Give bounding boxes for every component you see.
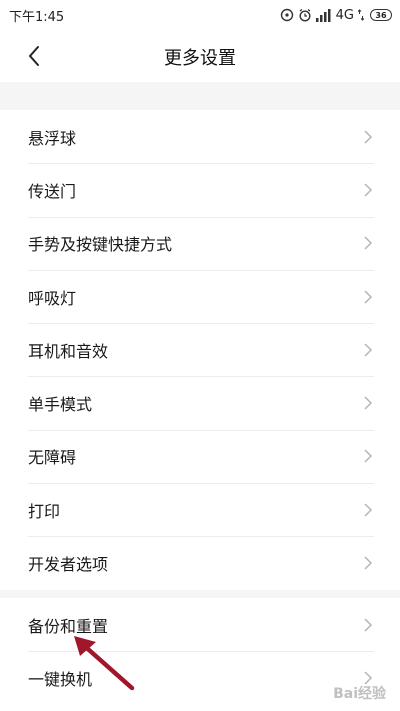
header: 更多设置 [0,30,400,82]
battery-icon: 36 [370,9,392,21]
chevron-right-icon [364,396,373,410]
page-title: 更多设置 [164,48,236,69]
alarm-icon [298,8,312,22]
chevron-right-icon [364,343,373,357]
settings-item-print[interactable]: 打印 [0,483,400,536]
settings-item-floating-ball[interactable]: 悬浮球 [0,110,400,163]
status-icons: 4G 36 [280,8,392,23]
chevron-right-icon [364,183,373,197]
settings-item-developer-options[interactable]: 开发者选项 [0,536,400,589]
settings-item-one-handed-mode[interactable]: 单手模式 [0,376,400,429]
settings-item-label: 单手模式 [28,395,93,415]
settings-item-backup-reset[interactable]: 备份和重置 [0,598,400,651]
settings-item-label: 一键换机 [28,669,93,689]
settings-item-gesture-shortcuts[interactable]: 手势及按键快捷方式 [0,216,400,270]
chevron-right-icon [364,556,373,570]
battery-level: 36 [375,10,387,20]
chevron-right-icon [364,617,373,632]
settings-item-label: 传送门 [28,181,77,201]
chevron-right-icon [364,130,373,144]
settings-item-label: 开发者选项 [28,555,109,575]
data-arrows-icon [358,9,364,21]
settings-item-label: 耳机和音效 [28,341,109,361]
hotspot-icon [280,8,294,22]
section-gap [0,82,400,110]
network-type: 4G [335,7,354,23]
settings-item-headphones-audio[interactable]: 耳机和音效 [0,323,400,376]
settings-item-label: 备份和重置 [28,616,109,636]
settings-item-breathing-light[interactable]: 呼吸灯 [0,269,400,323]
chevron-right-icon [364,290,373,304]
settings-item-portal[interactable]: 传送门 [0,163,400,216]
settings-item-label: 打印 [28,501,61,521]
status-time: 下午1:45 [9,9,65,25]
chevron-right-icon [364,236,373,250]
watermark: Bai经验 [333,686,386,702]
signal-icon [315,8,332,22]
settings-item-label: 呼吸灯 [28,288,77,308]
settings-item-accessibility[interactable]: 无障碍 [0,429,400,483]
chevron-right-icon [364,449,373,463]
status-bar: 下午1:45 4G 36 [0,0,400,30]
settings-item-label: 悬浮球 [28,128,77,148]
chevron-right-icon [364,503,373,517]
settings-item-label: 无障碍 [28,448,77,468]
settings-group-1: 悬浮球 传送门 手势及按键快捷方式 呼吸灯 耳机和音效 单手模式 无障碍 打印 … [0,110,400,590]
settings-item-label: 手势及按键快捷方式 [28,235,173,255]
